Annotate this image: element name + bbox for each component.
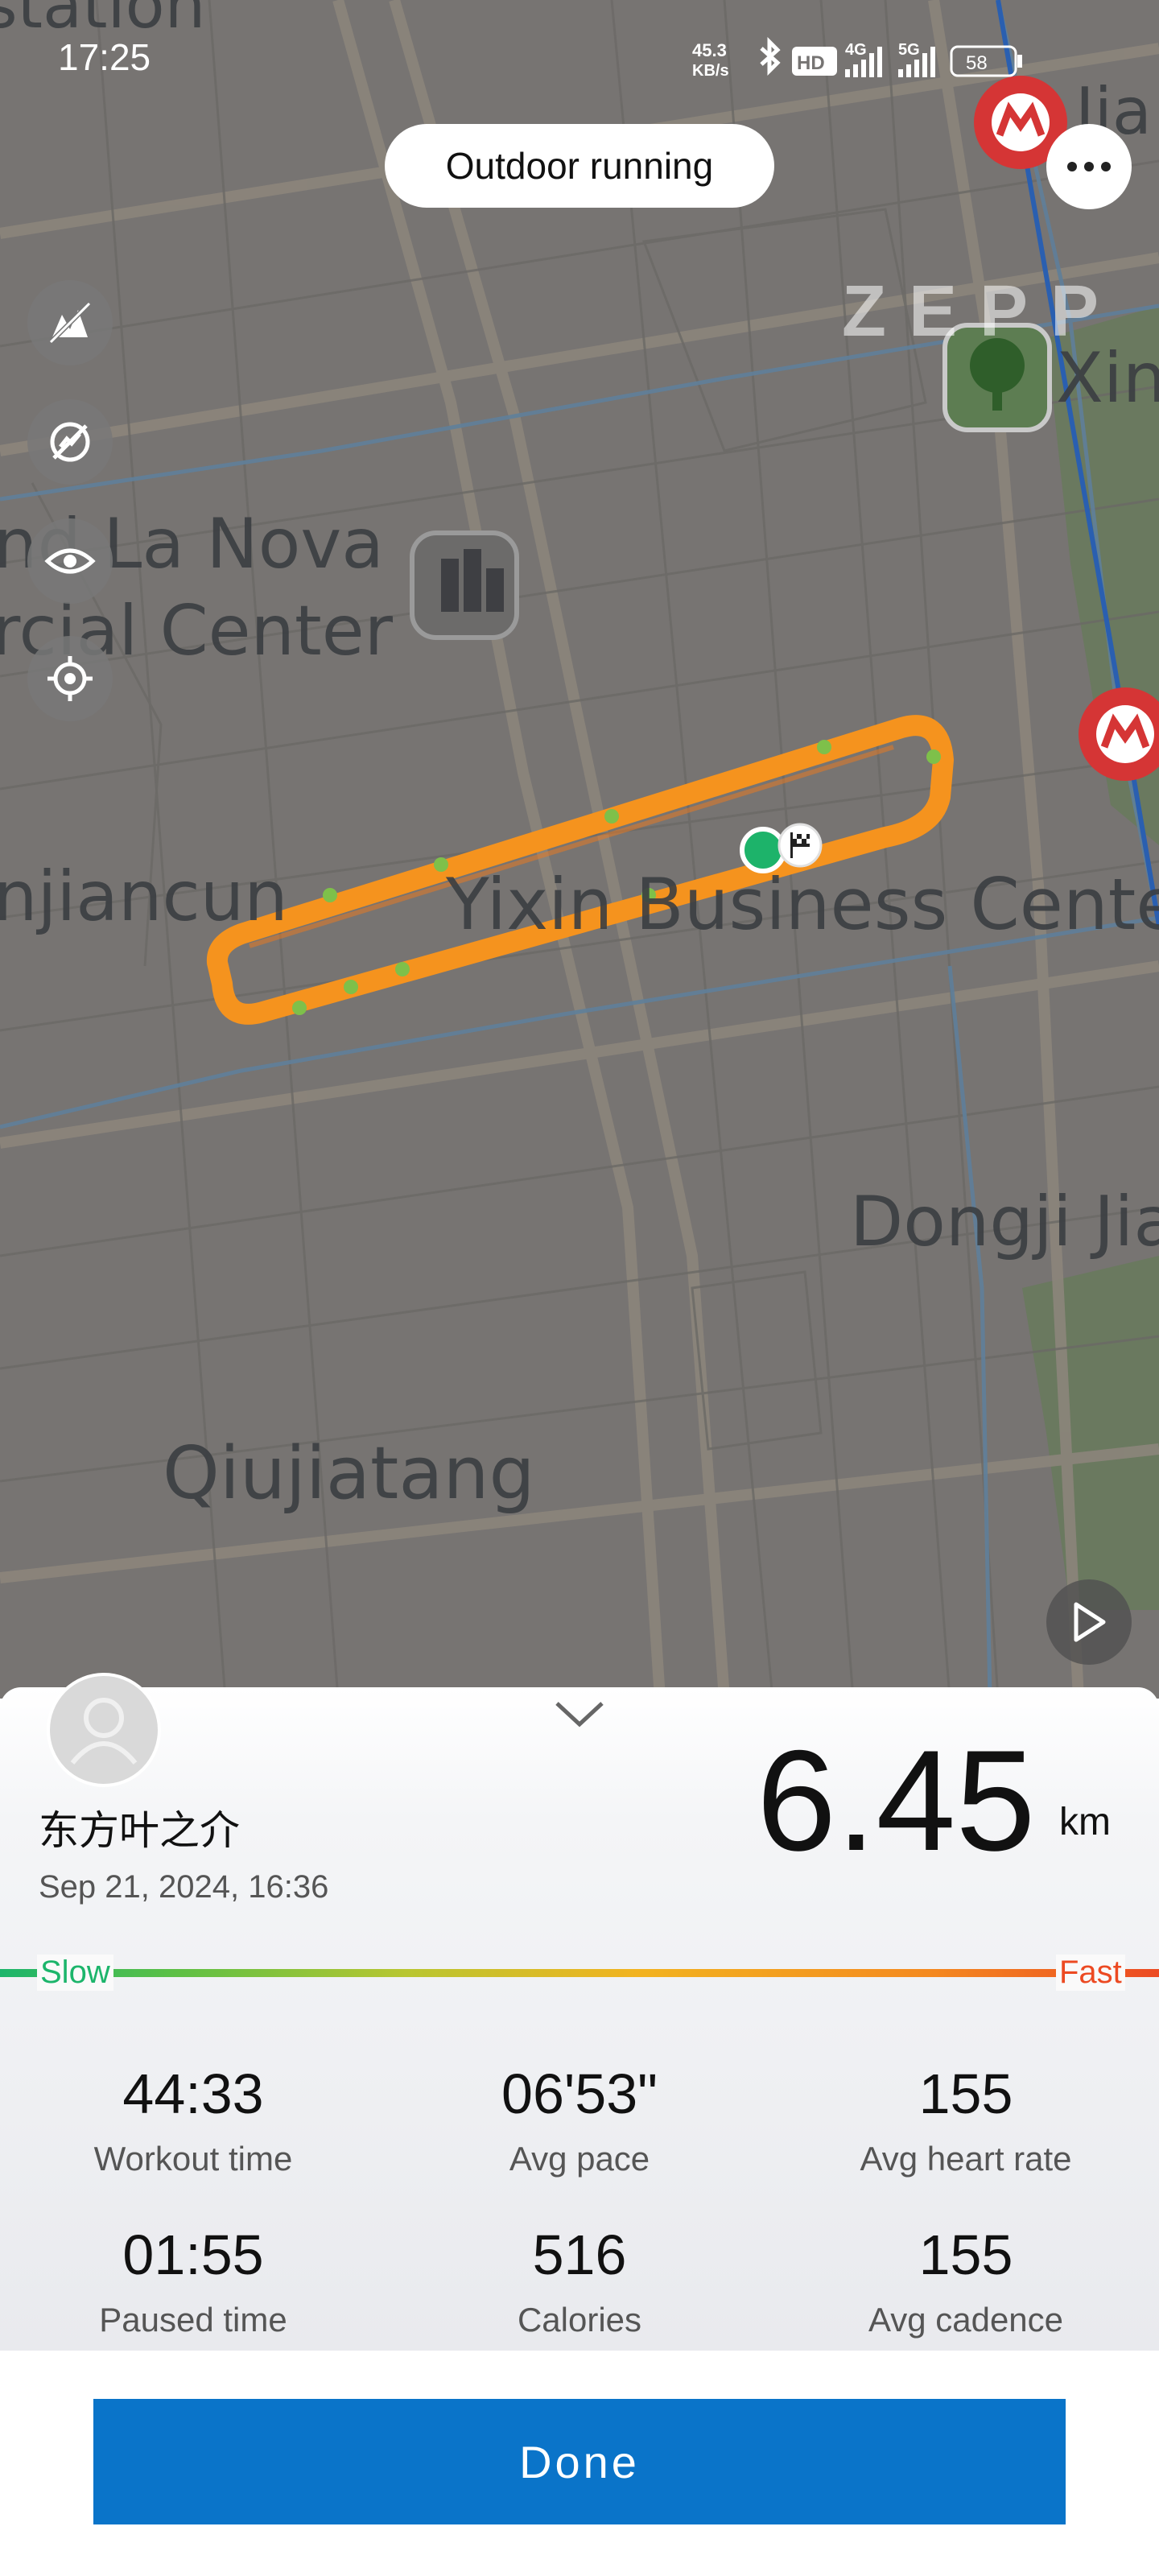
- stat-value: 44:33: [122, 2062, 264, 2125]
- stat-value: 06'53": [501, 2062, 658, 2125]
- bluetooth-icon: [760, 37, 781, 76]
- status-icons: 45.3 KB/s HD 4G 5G 58: [692, 37, 1022, 80]
- stat-paused-time: 01:55 Paused time: [8, 2227, 378, 2339]
- status-bar: 17:25 45.3 KB/s HD 4G 5G 58: [0, 0, 1159, 121]
- done-button[interactable]: Done: [93, 2399, 1066, 2524]
- distance-value: 6.45: [757, 1720, 1036, 1880]
- stat-avg-heart-rate: 155 Avg heart rate: [781, 2066, 1151, 2178]
- stat-label: Avg cadence: [868, 2301, 1064, 2339]
- pace-gradient-bar: [0, 1969, 1159, 1977]
- map-style-button[interactable]: [27, 280, 113, 365]
- network-5g: 5G: [898, 41, 920, 59]
- map-style-icon: [48, 301, 92, 345]
- user-name: 东方叶之介: [39, 1807, 240, 1854]
- net-speed-unit: KB/s: [692, 62, 729, 80]
- hd-icon: HD: [792, 47, 837, 76]
- zepp-logo: ZEPP: [842, 271, 1122, 352]
- building-poi-icon: [410, 530, 519, 640]
- stat-value: 155: [918, 2062, 1013, 2125]
- hide-heat-icon: [50, 422, 90, 462]
- distance-unit: km: [1059, 1801, 1111, 1843]
- stat-value: 516: [532, 2223, 627, 2286]
- replay-button[interactable]: [1046, 1579, 1132, 1665]
- locate-icon: [47, 656, 93, 701]
- battery-icon: 58: [950, 45, 1022, 77]
- play-icon: [1074, 1602, 1106, 1642]
- hide-heat-button[interactable]: [27, 399, 113, 485]
- network-4g: 4G: [845, 41, 867, 59]
- workout-date: Sep 21, 2024, 16:36: [39, 1869, 329, 1905]
- map-label: Yixin Business Cente: [446, 863, 1159, 946]
- stat-label: Avg heart rate: [860, 2140, 1072, 2178]
- pace-legend: Slow Fast: [0, 1948, 1159, 2004]
- stat-avg-pace: 06'53" Avg pace: [394, 2066, 765, 2178]
- stat-label: Calories: [517, 2301, 642, 2339]
- net-speed-value: 45.3: [692, 40, 727, 60]
- finish-flag-icon: [777, 823, 823, 868]
- locate-button[interactable]: [27, 636, 113, 721]
- pace-slow-label: Slow: [37, 1955, 113, 1991]
- pace-fast-label: Fast: [1056, 1955, 1125, 1991]
- stat-avg-cadence: 155 Avg cadence: [781, 2227, 1151, 2339]
- activity-title: Outdoor running: [385, 124, 774, 208]
- map-label: njiancun: [0, 857, 288, 937]
- route-map[interactable]: station Jia Xin nd La Nova rcial Center …: [0, 0, 1159, 1699]
- stat-value: 01:55: [122, 2223, 264, 2286]
- stat-label: Paused time: [99, 2301, 287, 2339]
- stat-workout-time: 44:33 Workout time: [8, 2066, 378, 2178]
- visibility-button[interactable]: [27, 518, 113, 604]
- avatar[interactable]: [47, 1673, 161, 1787]
- status-time: 17:25: [58, 36, 151, 78]
- activity-title-text: Outdoor running: [445, 145, 714, 187]
- chevron-down-icon[interactable]: [554, 1700, 605, 1729]
- battery-level: 58: [966, 52, 988, 74]
- hd-badge: HD: [797, 52, 825, 74]
- stat-label: Workout time: [93, 2140, 293, 2178]
- map-label: Qiujiatang: [163, 1431, 535, 1516]
- more-horizontal-icon: [1067, 162, 1111, 171]
- map-label: Dongji Jia: [850, 1182, 1159, 1262]
- eye-icon: [44, 548, 96, 574]
- stat-calories: 516 Calories: [394, 2227, 765, 2339]
- stat-value: 155: [918, 2223, 1013, 2286]
- stat-label: Avg pace: [509, 2140, 650, 2178]
- more-button[interactable]: [1046, 124, 1132, 209]
- user-avatar-icon: [70, 1698, 138, 1765]
